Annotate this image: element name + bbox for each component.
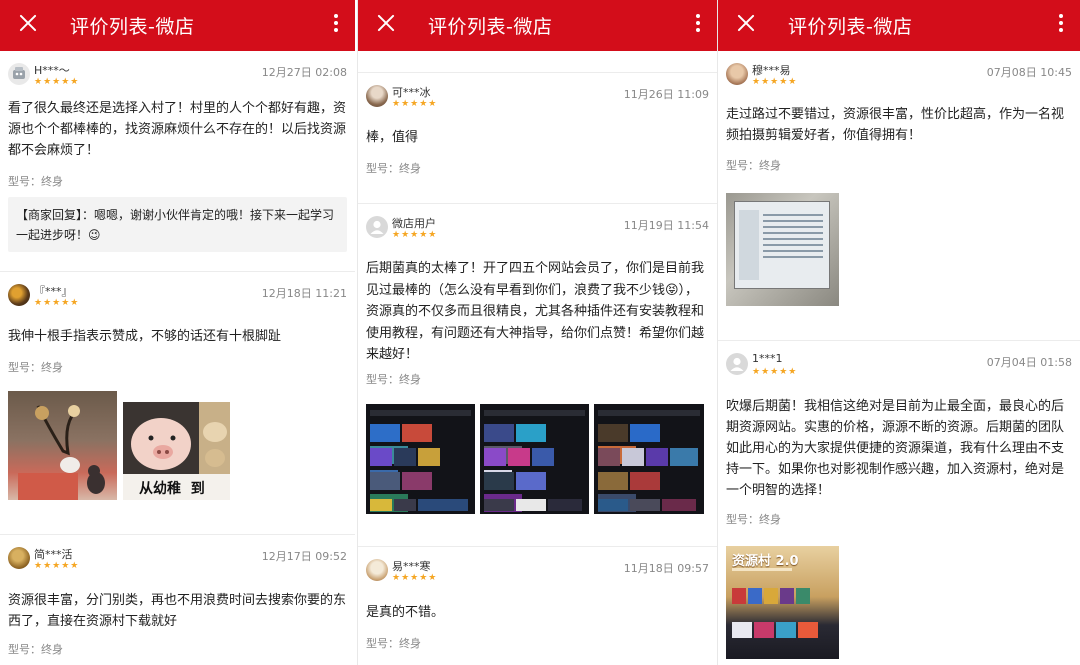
avatar[interactable] — [726, 63, 748, 85]
avatar[interactable] — [366, 85, 388, 107]
rating-stars: ★★★★★ — [752, 367, 798, 377]
reviewer-name: 微店用户 — [392, 217, 436, 230]
rating-stars: ★★★★★ — [392, 573, 438, 583]
review-panel-3: 评价列表-微店 穆***易 ★★★★★ 07月08日 10:45 走过路过不要错… — [717, 0, 1080, 665]
review-time: 12月18日 11:21 — [261, 287, 347, 300]
avatar[interactable] — [726, 353, 748, 375]
review-text: 是真的不错。 — [366, 605, 445, 620]
review-photo-pig[interactable]: 从幼稚 到 — [123, 402, 230, 500]
review-text: 看了很久最终还是选择入村了！村里的人个个都好有趣，资源也个个都棒棒的，找资源麻烦… — [8, 101, 347, 158]
review-time: 07月08日 10:45 — [986, 66, 1072, 79]
review-item: 简***活 ★★★★★ 12月17日 09:52 资源很丰富，分门别类，再也不用… — [0, 535, 355, 665]
product-model: 型号：终身 — [8, 361, 63, 374]
reviewer-name: 易***寒 — [392, 560, 431, 573]
top-bar: 评价列表-微店 — [0, 0, 355, 51]
previous-review-edge — [358, 51, 717, 73]
review-item: 穆***易 ★★★★★ 07月08日 10:45 走过路过不要错过，资源很丰富，… — [718, 51, 1080, 341]
review-item: 『***』 ★★★★★ 12月18日 11:21 我伸十根手指表示赞成，不够的话… — [0, 272, 355, 535]
top-bar: 评价列表-微店 — [358, 0, 717, 51]
screenshot-collage: 评价列表-微店 H***～ ★★★★★ 12月27日 02:08 看了很久最终还… — [0, 0, 1080, 665]
review-time: 12月17日 09:52 — [261, 550, 347, 563]
review-photo-laptop[interactable] — [726, 193, 839, 306]
reviewer-name: 1***1 — [752, 352, 783, 365]
product-model: 型号：终身 — [366, 373, 421, 386]
review-text: 资源很丰富，分门别类，再也不用浪费时间去搜索你要的东西了，直接在资源村下载就好 — [8, 593, 347, 629]
review-item: H***～ ★★★★★ 12月27日 02:08 看了很久最终还是选择入村了！村… — [0, 51, 355, 272]
product-model: 型号：终身 — [366, 637, 421, 650]
review-text: 我伸十根手指表示赞成，不够的话还有十根脚趾 — [8, 329, 282, 344]
reviewer-name: 简***活 — [34, 548, 73, 561]
rating-stars: ★★★★★ — [392, 99, 438, 109]
photo-caption: 资源村 2.0 — [732, 554, 799, 569]
review-time: 12月27日 02:08 — [261, 66, 347, 79]
review-item: 可***冰 ★★★★★ 11月26日 11:09 棒，值得 型号：终身 — [358, 73, 717, 204]
review-time: 07月04日 01:58 — [986, 356, 1072, 369]
review-text: 走过路过不要错过，资源很丰富，性价比超高，作为一名视频拍摄剪辑爱好者，你值得拥有… — [726, 107, 1065, 143]
page-title: 评价列表-微店 — [70, 16, 195, 38]
product-model: 型号：终身 — [8, 175, 63, 188]
review-item: 微店用户 ★★★★★ 11月19日 11:54 后期菌真的太棒了！开了四五个网站… — [358, 204, 717, 547]
rating-stars: ★★★★★ — [34, 77, 80, 87]
avatar[interactable] — [8, 63, 30, 85]
product-model: 型号：终身 — [726, 159, 781, 172]
reviewer-name: 穆***易 — [752, 64, 791, 77]
close-icon[interactable] — [16, 11, 40, 35]
rating-stars: ★★★★★ — [34, 561, 80, 571]
review-text: 棒，值得 — [366, 130, 419, 145]
avatar[interactable] — [366, 216, 388, 238]
avatar[interactable] — [366, 559, 388, 581]
close-icon[interactable] — [734, 11, 758, 35]
merchant-reply: 【商家回复】：嗯嗯，谢谢小伙伴肯定的哦！接下来一起学习一起进步呀！😉 — [8, 197, 347, 252]
review-time: 11月19日 11:54 — [623, 219, 709, 232]
rating-stars: ★★★★★ — [752, 77, 798, 87]
close-icon[interactable] — [374, 11, 398, 35]
review-item: 易***寒 ★★★★★ 11月18日 09:57 是真的不错。 型号：终身 — [358, 547, 717, 665]
review-time: 11月18日 09:57 — [623, 562, 709, 575]
photo-caption: 从幼稚 到 — [139, 481, 205, 497]
review-screenshot-3[interactable] — [594, 404, 704, 514]
review-photo-resource-village[interactable]: 资源村 2.0 — [726, 546, 839, 659]
review-time: 11月26日 11:09 — [623, 88, 709, 101]
more-menu-icon[interactable] — [333, 14, 339, 36]
avatar[interactable] — [8, 284, 30, 306]
review-screenshot-1[interactable] — [366, 404, 475, 514]
more-menu-icon[interactable] — [695, 14, 701, 36]
page-title: 评价列表-微店 — [428, 16, 553, 38]
product-model: 型号：终身 — [726, 513, 781, 526]
review-panel-1: 评价列表-微店 H***～ ★★★★★ 12月27日 02:08 看了很久最终还… — [0, 0, 355, 665]
reviewer-name: 『***』 — [34, 285, 73, 298]
review-photo-cat[interactable] — [8, 391, 117, 500]
review-item: 1***1 ★★★★★ 07月04日 01:58 吹爆后期菌！我相信这绝对是目前… — [718, 341, 1080, 665]
review-text: 吹爆后期菌！我相信这绝对是目前为止最全面，最良心的后期资源网站。实惠的价格，源源… — [726, 399, 1065, 498]
more-menu-icon[interactable] — [1058, 14, 1064, 36]
rating-stars: ★★★★★ — [34, 298, 80, 308]
reviewer-name: 可***冰 — [392, 86, 431, 99]
review-panel-2: 评价列表-微店 可***冰 ★★★★★ 11月26日 11:09 棒，值得 型号… — [357, 0, 717, 665]
review-screenshot-2[interactable] — [480, 404, 589, 514]
top-bar: 评价列表-微店 — [718, 0, 1080, 51]
page-title: 评价列表-微店 — [788, 16, 913, 38]
product-model: 型号：终身 — [366, 162, 421, 175]
review-text: 后期菌真的太棒了！开了四五个网站会员了，你们是目前我见过最棒的（怎么没有早看到你… — [366, 261, 705, 362]
product-model: 型号：终身 — [8, 643, 63, 656]
rating-stars: ★★★★★ — [392, 230, 438, 240]
reviewer-name: H***～ — [34, 64, 70, 77]
avatar[interactable] — [8, 547, 30, 569]
